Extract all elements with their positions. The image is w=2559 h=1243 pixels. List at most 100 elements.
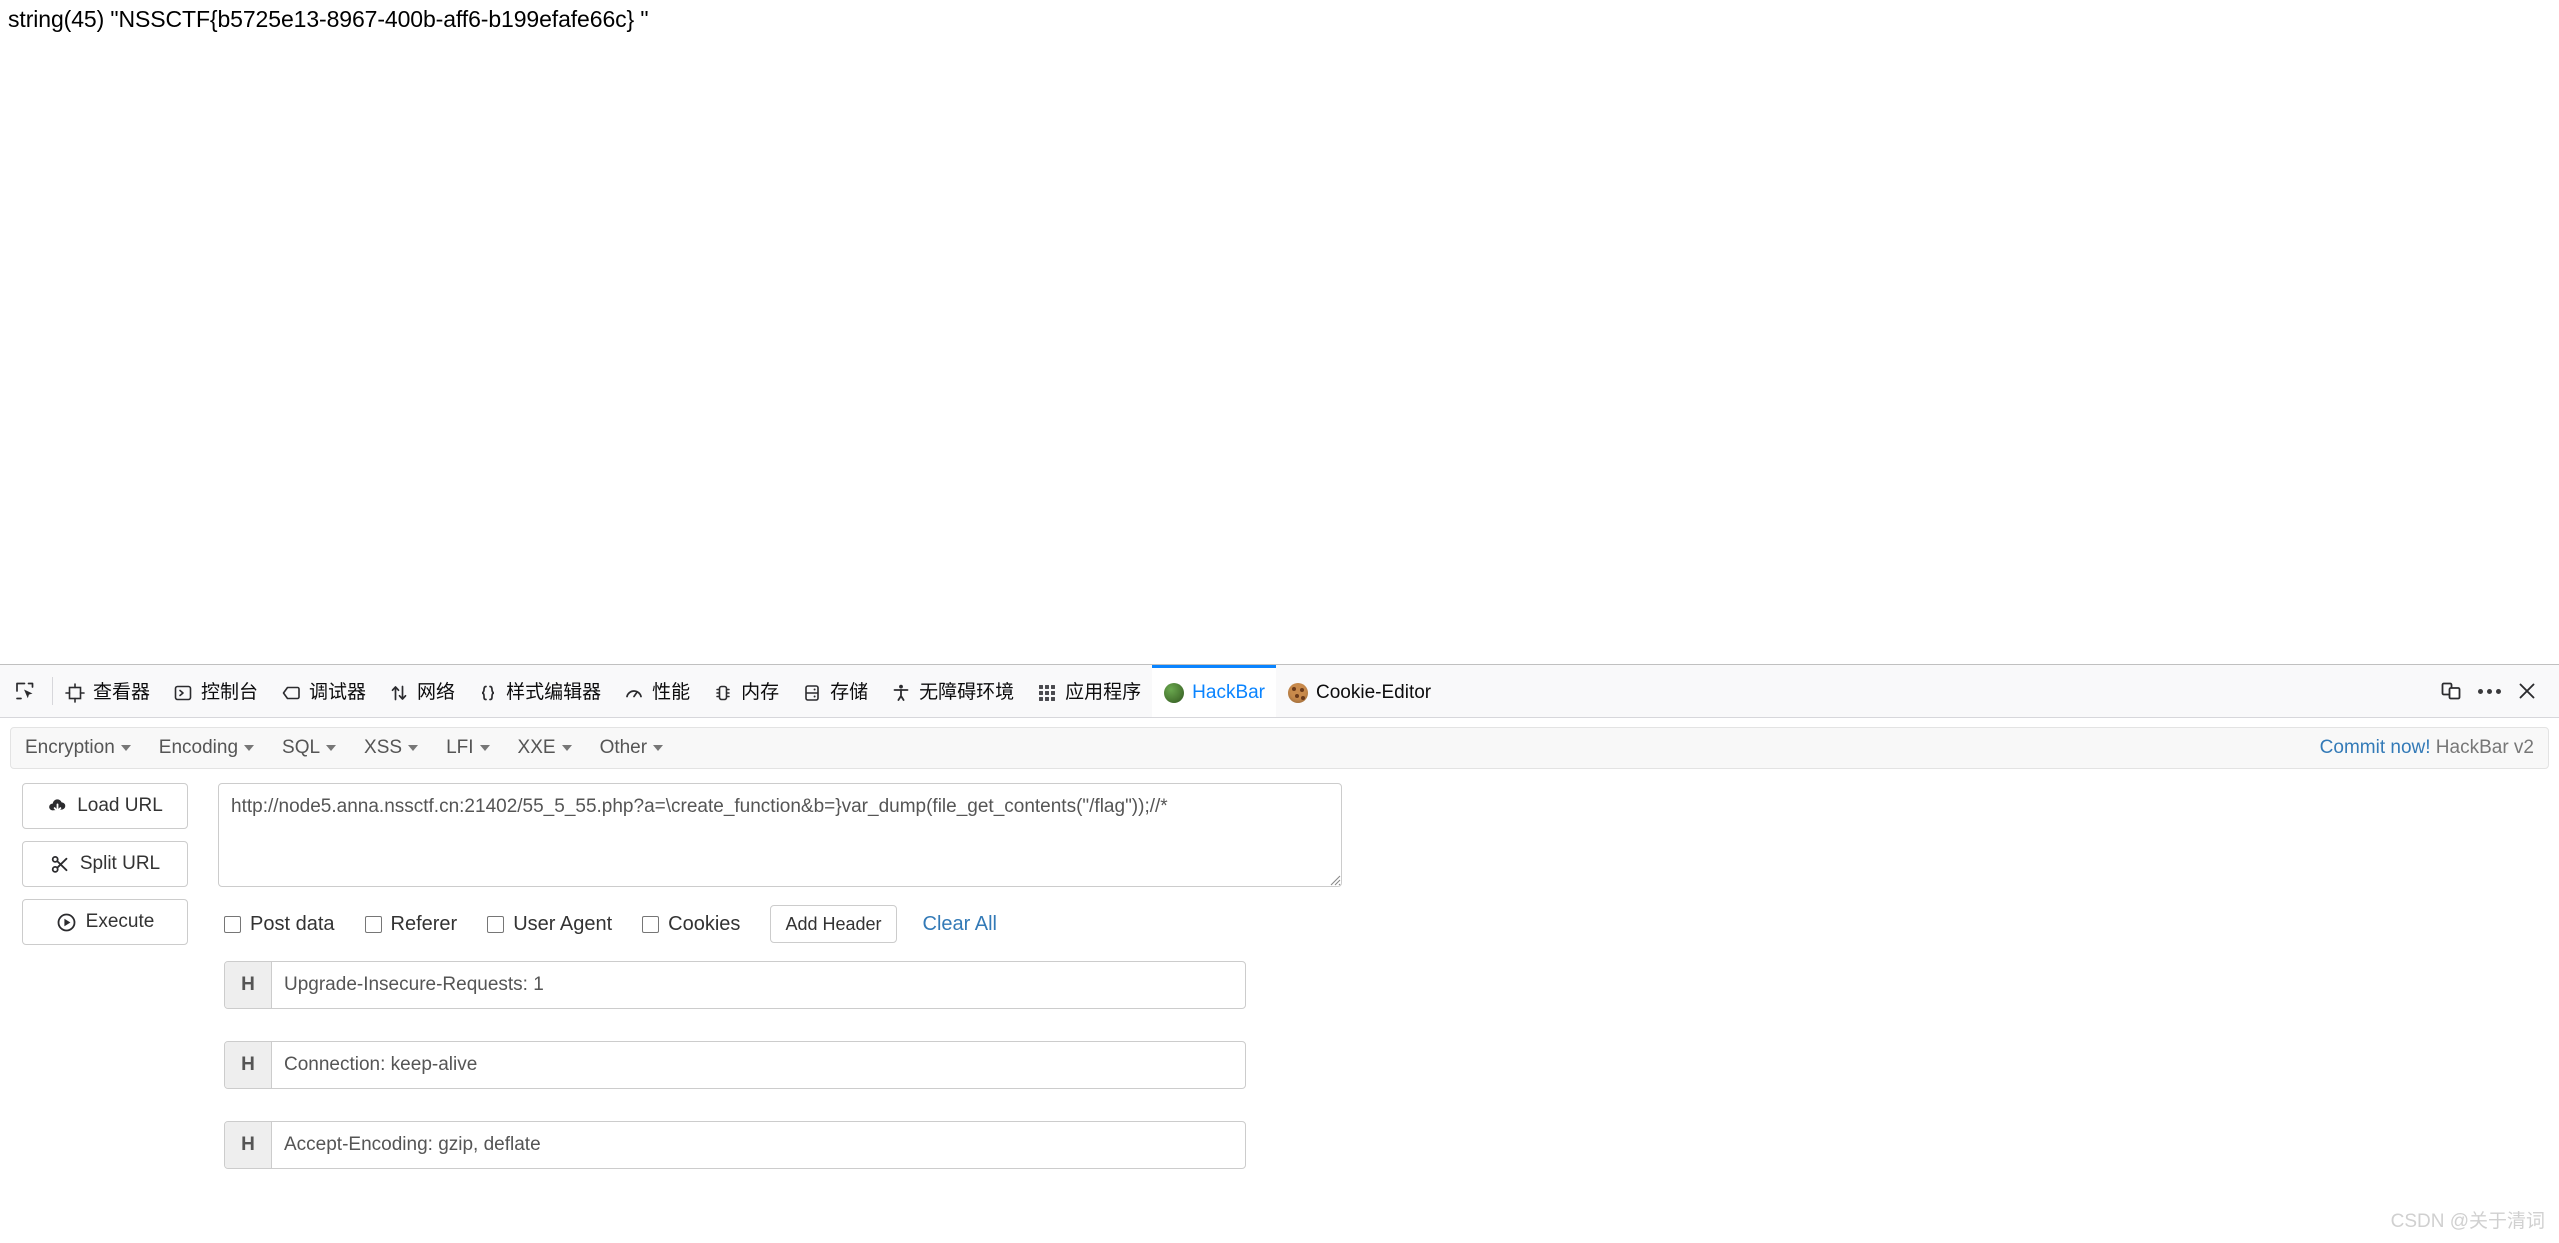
accessibility-icon: [890, 682, 912, 704]
devtools-tabs: 查看器 控制台 调试器 网络 样式编辑器 性能 内存 存储 无障碍环境 应用程序…: [53, 665, 2425, 717]
tab-inspector[interactable]: 查看器: [53, 665, 161, 717]
hackbar-extension-icon: [1163, 682, 1185, 704]
header-addon: H: [225, 962, 272, 1008]
tab-inspector-label: 查看器: [93, 682, 151, 703]
commit-now-link[interactable]: Commit now!: [2320, 737, 2431, 758]
load-url-label: Load URL: [77, 795, 163, 816]
header-row[interactable]: H Connection: keep-alive: [224, 1041, 1246, 1089]
split-url-button[interactable]: Split URL: [22, 841, 188, 887]
tab-performance[interactable]: 性能: [612, 665, 701, 717]
devtools-close-button[interactable]: [2509, 673, 2545, 709]
option-post-data[interactable]: Post data: [224, 913, 335, 936]
add-header-button[interactable]: Add Header: [770, 905, 897, 943]
hackbar-main-row: Load URL Split URL Execute http://node5.…: [0, 783, 2559, 1201]
cookie-icon: [1287, 682, 1309, 704]
tab-hackbar-label: HackBar: [1192, 682, 1266, 703]
menu-lfi[interactable]: LFI: [432, 737, 503, 759]
add-header-label: Add Header: [785, 913, 882, 934]
tab-hackbar[interactable]: HackBar: [1152, 665, 1277, 717]
chevron-down-icon: [326, 745, 337, 751]
chevron-down-icon: [561, 745, 572, 751]
split-url-label: Split URL: [79, 853, 161, 874]
clear-all-link[interactable]: Clear All: [923, 913, 997, 936]
storage-icon: [801, 682, 823, 704]
tab-cookie-editor[interactable]: Cookie-Editor: [1276, 665, 1442, 717]
devtools-options-button[interactable]: [2471, 673, 2507, 709]
hackbar-action-buttons: Load URL Split URL Execute: [0, 783, 218, 957]
user-agent-label: User Agent: [513, 912, 613, 935]
execute-button[interactable]: Execute: [22, 899, 188, 945]
option-cookies[interactable]: Cookies: [642, 913, 740, 936]
tab-network[interactable]: 网络: [377, 665, 466, 717]
menu-sql-label: SQL: [282, 737, 321, 758]
header-row[interactable]: H Accept-Encoding: gzip, deflate: [224, 1121, 1246, 1169]
tab-memory[interactable]: 内存: [701, 665, 790, 717]
hackbar-menubar: Encryption Encoding SQL XSS LFI XXE Othe…: [10, 727, 2549, 769]
responsive-design-mode-button[interactable]: [2433, 673, 2469, 709]
menu-other[interactable]: Other: [586, 737, 678, 759]
menu-xss[interactable]: XSS: [350, 737, 432, 759]
chevron-down-icon: [120, 745, 131, 751]
browser-page-content: string(45) "NSSCTF{b5725e13-8967-400b-af…: [0, 0, 2559, 664]
tab-debugger-label: 调试器: [309, 682, 367, 703]
menu-xxe[interactable]: XXE: [504, 737, 586, 759]
tab-network-label: 网络: [417, 682, 456, 703]
menu-encoding[interactable]: Encoding: [145, 737, 268, 759]
hackbar-body: Load URL Split URL Execute http://node5.…: [0, 769, 2559, 1201]
close-icon: [2519, 683, 2535, 699]
debugger-icon: [280, 682, 302, 704]
menu-sql[interactable]: SQL: [268, 737, 350, 759]
cookies-label: Cookies: [668, 912, 741, 935]
hackbar-commit-info[interactable]: Commit now! HackBar v2: [2320, 737, 2548, 759]
element-picker-button[interactable]: [10, 676, 40, 706]
option-user-agent[interactable]: User Agent: [487, 913, 612, 936]
menu-encryption[interactable]: Encryption: [11, 737, 145, 759]
tab-storage-label: 存储: [830, 682, 869, 703]
tab-style-editor[interactable]: 样式编辑器: [466, 665, 612, 717]
devtools-toolbar-right: [2425, 665, 2559, 717]
menu-other-label: Other: [599, 737, 648, 758]
post-data-label: Post data: [250, 912, 335, 935]
cookies-checkbox[interactable]: [642, 915, 660, 933]
header-addon: H: [225, 1122, 272, 1168]
menu-encryption-label: Encryption: [25, 737, 115, 758]
vardump-output: string(45) "NSSCTF{b5725e13-8967-400b-af…: [8, 6, 649, 32]
tab-storage[interactable]: 存储: [790, 665, 879, 717]
meatball-menu-icon: [2477, 688, 2501, 694]
play-circle-icon: [57, 913, 76, 931]
chevron-down-icon: [479, 745, 490, 751]
menu-encoding-label: Encoding: [158, 737, 239, 758]
menu-xxe-label: XXE: [517, 737, 556, 758]
option-referer[interactable]: Referer: [364, 912, 458, 936]
execute-label: Execute: [85, 911, 155, 932]
memory-icon: [712, 682, 734, 704]
tab-application[interactable]: 应用程序: [1025, 665, 1152, 717]
header-row[interactable]: H Upgrade-Insecure-Requests: 1: [224, 961, 1246, 1009]
header-addon: H: [225, 1042, 272, 1088]
csdn-watermark: CSDN @关于清词: [2390, 1211, 2545, 1232]
picker-wrap: [0, 665, 52, 717]
clear-all-label: Clear All: [922, 912, 997, 935]
header-input[interactable]: Accept-Encoding: gzip, deflate: [272, 1122, 1245, 1168]
menu-lfi-label: LFI: [446, 737, 474, 758]
network-icon: [388, 682, 410, 704]
load-url-button[interactable]: Load URL: [22, 783, 188, 829]
chevron-down-icon: [653, 745, 664, 751]
tab-console[interactable]: 控制台: [161, 665, 269, 717]
hackbar-version-label: HackBar v2: [2435, 737, 2534, 758]
user-agent-checkbox[interactable]: [487, 915, 505, 933]
devtools-toolbar: 查看器 控制台 调试器 网络 样式编辑器 性能 内存 存储 无障碍环境 应用程序…: [0, 665, 2559, 718]
hackbar-form-col: http://node5.anna.nssctf.cn:21402/55_5_5…: [218, 783, 2559, 1201]
post-data-checkbox[interactable]: [224, 915, 241, 933]
url-input[interactable]: http://node5.anna.nssctf.cn:21402/55_5_5…: [218, 783, 1342, 887]
referer-checkbox[interactable]: [364, 915, 382, 933]
tab-accessibility-label: 无障碍环境: [919, 682, 1015, 703]
scissors-icon: [51, 855, 68, 873]
header-input[interactable]: Upgrade-Insecure-Requests: 1: [272, 962, 1245, 1008]
referer-label: Referer: [390, 912, 458, 935]
console-icon: [172, 682, 194, 704]
header-list: H Upgrade-Insecure-Requests: 1 H Connect…: [218, 961, 2549, 1169]
tab-debugger[interactable]: 调试器: [269, 665, 377, 717]
header-input[interactable]: Connection: keep-alive: [272, 1042, 1245, 1088]
tab-accessibility[interactable]: 无障碍环境: [879, 665, 1025, 717]
